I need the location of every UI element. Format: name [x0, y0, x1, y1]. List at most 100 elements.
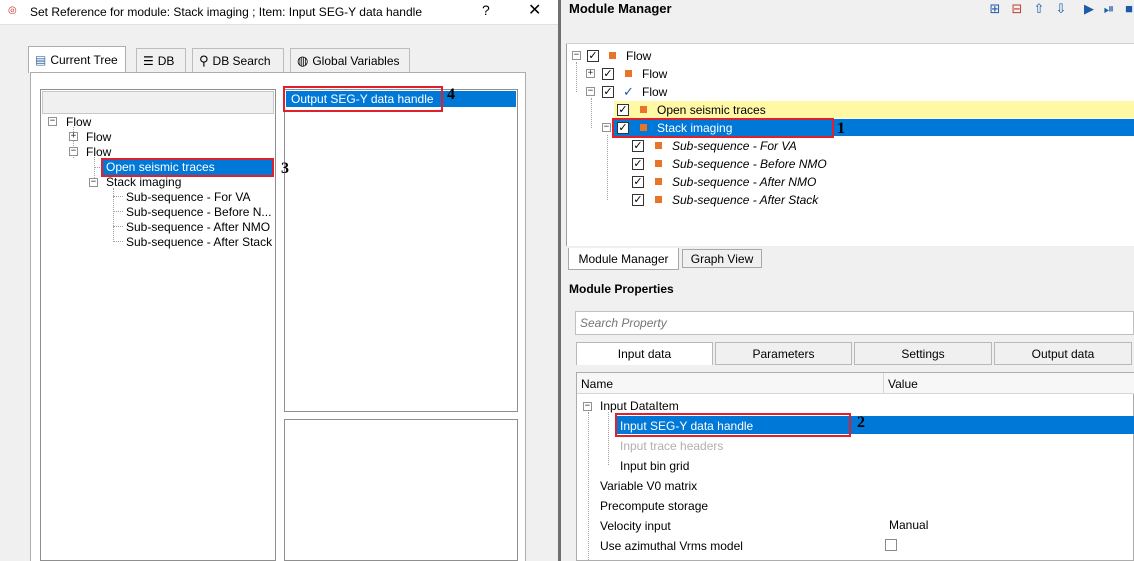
tree-item-flow-2[interactable]: Flow	[86, 145, 111, 159]
expand-toggle[interactable]: +	[69, 132, 78, 141]
column-divider[interactable]	[883, 373, 884, 394]
search-property-input[interactable]	[575, 311, 1134, 335]
module-row-sub-after-stack[interactable]: Sub-sequence - After Stack	[672, 193, 818, 207]
collapse-toggle[interactable]: −	[583, 402, 592, 411]
module-node-icon	[655, 142, 662, 149]
tab-label: DB	[157, 53, 175, 68]
module-manager-title: Module Manager	[569, 1, 672, 16]
tree-connector	[113, 211, 123, 212]
move-up-icon[interactable]: ⇧	[1030, 0, 1048, 18]
column-header-name[interactable]: Name	[581, 377, 613, 391]
module-row-flow-2[interactable]: Flow	[642, 85, 667, 99]
property-grid-header	[577, 373, 1134, 394]
module-row-flow-1[interactable]: Flow	[642, 67, 667, 81]
checkmark-icon: ✓	[623, 84, 634, 99]
tree-connector	[591, 98, 592, 128]
property-input-bin-grid[interactable]: Input bin grid	[620, 459, 689, 473]
velocity-input-value[interactable]: Manual	[889, 518, 928, 532]
callout-number-2: 2	[857, 414, 865, 431]
tab-graph-view[interactable]: Graph View	[682, 249, 762, 268]
tab-module-manager[interactable]: Module Manager	[568, 248, 679, 270]
tree-icon: ▤	[35, 53, 47, 67]
app-icon: ◎	[8, 5, 17, 16]
run-icon[interactable]: ▶	[1080, 0, 1098, 18]
callout-number-1: 1	[837, 120, 845, 137]
tree-header	[42, 91, 274, 114]
checkbox[interactable]: ✓	[632, 194, 644, 206]
checkbox[interactable]: ✓	[617, 104, 629, 116]
tab-label: Current Tree	[50, 53, 118, 67]
close-button[interactable]: ✕	[528, 0, 541, 20]
tab-global-variables[interactable]: ◍ Global Variables	[290, 48, 410, 72]
tree-connector	[607, 135, 608, 200]
callout-box-4	[283, 86, 443, 112]
tree-item-stack-imaging[interactable]: Stack imaging	[106, 175, 181, 189]
module-tree-header	[566, 22, 1134, 44]
module-row-flow-root[interactable]: Flow	[626, 49, 651, 63]
callout-box-3	[101, 158, 274, 177]
module-row-sub-for-va[interactable]: Sub-sequence - For VA	[672, 139, 797, 153]
checkbox[interactable]: ✓	[632, 140, 644, 152]
stop-icon[interactable]: ■	[1120, 0, 1134, 18]
module-row-sub-after-nmo[interactable]: Sub-sequence - After NMO	[672, 175, 816, 189]
checkbox[interactable]: ✓	[632, 176, 644, 188]
checkbox[interactable]: ✓	[587, 50, 599, 62]
tree-item-flow-1[interactable]: Flow	[86, 130, 111, 144]
callout-box-1	[612, 118, 834, 138]
collapse-toggle[interactable]: −	[572, 51, 581, 60]
checkbox[interactable]: ✓	[602, 86, 614, 98]
dialog-border	[558, 0, 561, 561]
tab-current-tree[interactable]: ▤ Current Tree	[28, 46, 126, 73]
collapse-toggle[interactable]: −	[48, 117, 57, 126]
module-node-icon	[625, 70, 632, 77]
module-row-sub-before-nmo[interactable]: Sub-sequence - Before NMO	[672, 157, 827, 171]
tab-db[interactable]: ☰ DB	[136, 48, 186, 72]
run-step-icon[interactable]: ⏯	[1100, 0, 1118, 18]
module-node-icon	[655, 160, 662, 167]
remove-module-icon[interactable]: ⊟	[1008, 0, 1026, 18]
property-input-trace-headers: Input trace headers	[620, 439, 724, 453]
tab-input-data[interactable]: Input data	[576, 342, 713, 365]
collapse-toggle[interactable]: −	[586, 87, 595, 96]
module-row-open-seismic-traces[interactable]: Open seismic traces	[657, 103, 766, 117]
module-node-icon	[609, 52, 616, 59]
collapse-toggle[interactable]: −	[89, 178, 98, 187]
callout-number-3: 3	[281, 160, 289, 177]
azimuthal-checkbox[interactable]	[885, 539, 897, 551]
module-properties-title: Module Properties	[569, 282, 674, 296]
module-node-icon	[640, 106, 647, 113]
tree-item-sub-after-nmo[interactable]: Sub-sequence - After NMO	[126, 220, 270, 234]
module-node-icon	[655, 196, 662, 203]
callout-box-2	[615, 413, 851, 437]
tree-item-sub-after-stack[interactable]: Sub-sequence - After Stack	[126, 235, 272, 249]
tab-db-search[interactable]: ⚲ DB Search	[192, 48, 284, 72]
collapse-toggle[interactable]: −	[69, 147, 78, 156]
tree-connector	[588, 412, 589, 560]
tree-item-flow-root[interactable]: Flow	[66, 115, 91, 129]
titlebar-divider	[0, 24, 558, 25]
dialog-title: Set Reference for module: Stack imaging …	[30, 5, 422, 19]
globe-icon: ◍	[297, 52, 309, 68]
column-header-value[interactable]: Value	[888, 377, 918, 391]
property-input-dataitem[interactable]: Input DataItem	[600, 399, 679, 413]
tree-item-sub-before-nmo[interactable]: Sub-sequence - Before N...	[126, 205, 271, 219]
checkbox[interactable]: ✓	[602, 68, 614, 80]
property-velocity-input[interactable]: Velocity input	[600, 519, 671, 533]
tab-parameters[interactable]: Parameters	[715, 342, 852, 365]
tab-settings[interactable]: Settings	[854, 342, 992, 365]
tree-item-sub-for-va[interactable]: Sub-sequence - For VA	[126, 190, 251, 204]
add-module-icon[interactable]: ⊞	[986, 0, 1004, 18]
tree-connector	[113, 226, 123, 227]
collapse-toggle[interactable]: −	[602, 123, 611, 132]
move-down-icon[interactable]: ⇩	[1052, 0, 1070, 18]
tab-output-data[interactable]: Output data	[994, 342, 1132, 365]
callout-number-4: 4	[447, 86, 455, 103]
property-variable-v0-matrix[interactable]: Variable V0 matrix	[600, 479, 697, 493]
help-button[interactable]: ?	[482, 2, 490, 18]
checkbox[interactable]: ✓	[632, 158, 644, 170]
property-use-azimuthal-vrms[interactable]: Use azimuthal Vrms model	[600, 539, 743, 553]
detail-panel	[284, 419, 518, 561]
expand-toggle[interactable]: +	[586, 69, 595, 78]
property-precompute-storage[interactable]: Precompute storage	[600, 499, 708, 513]
search-icon: ⚲	[199, 52, 209, 68]
